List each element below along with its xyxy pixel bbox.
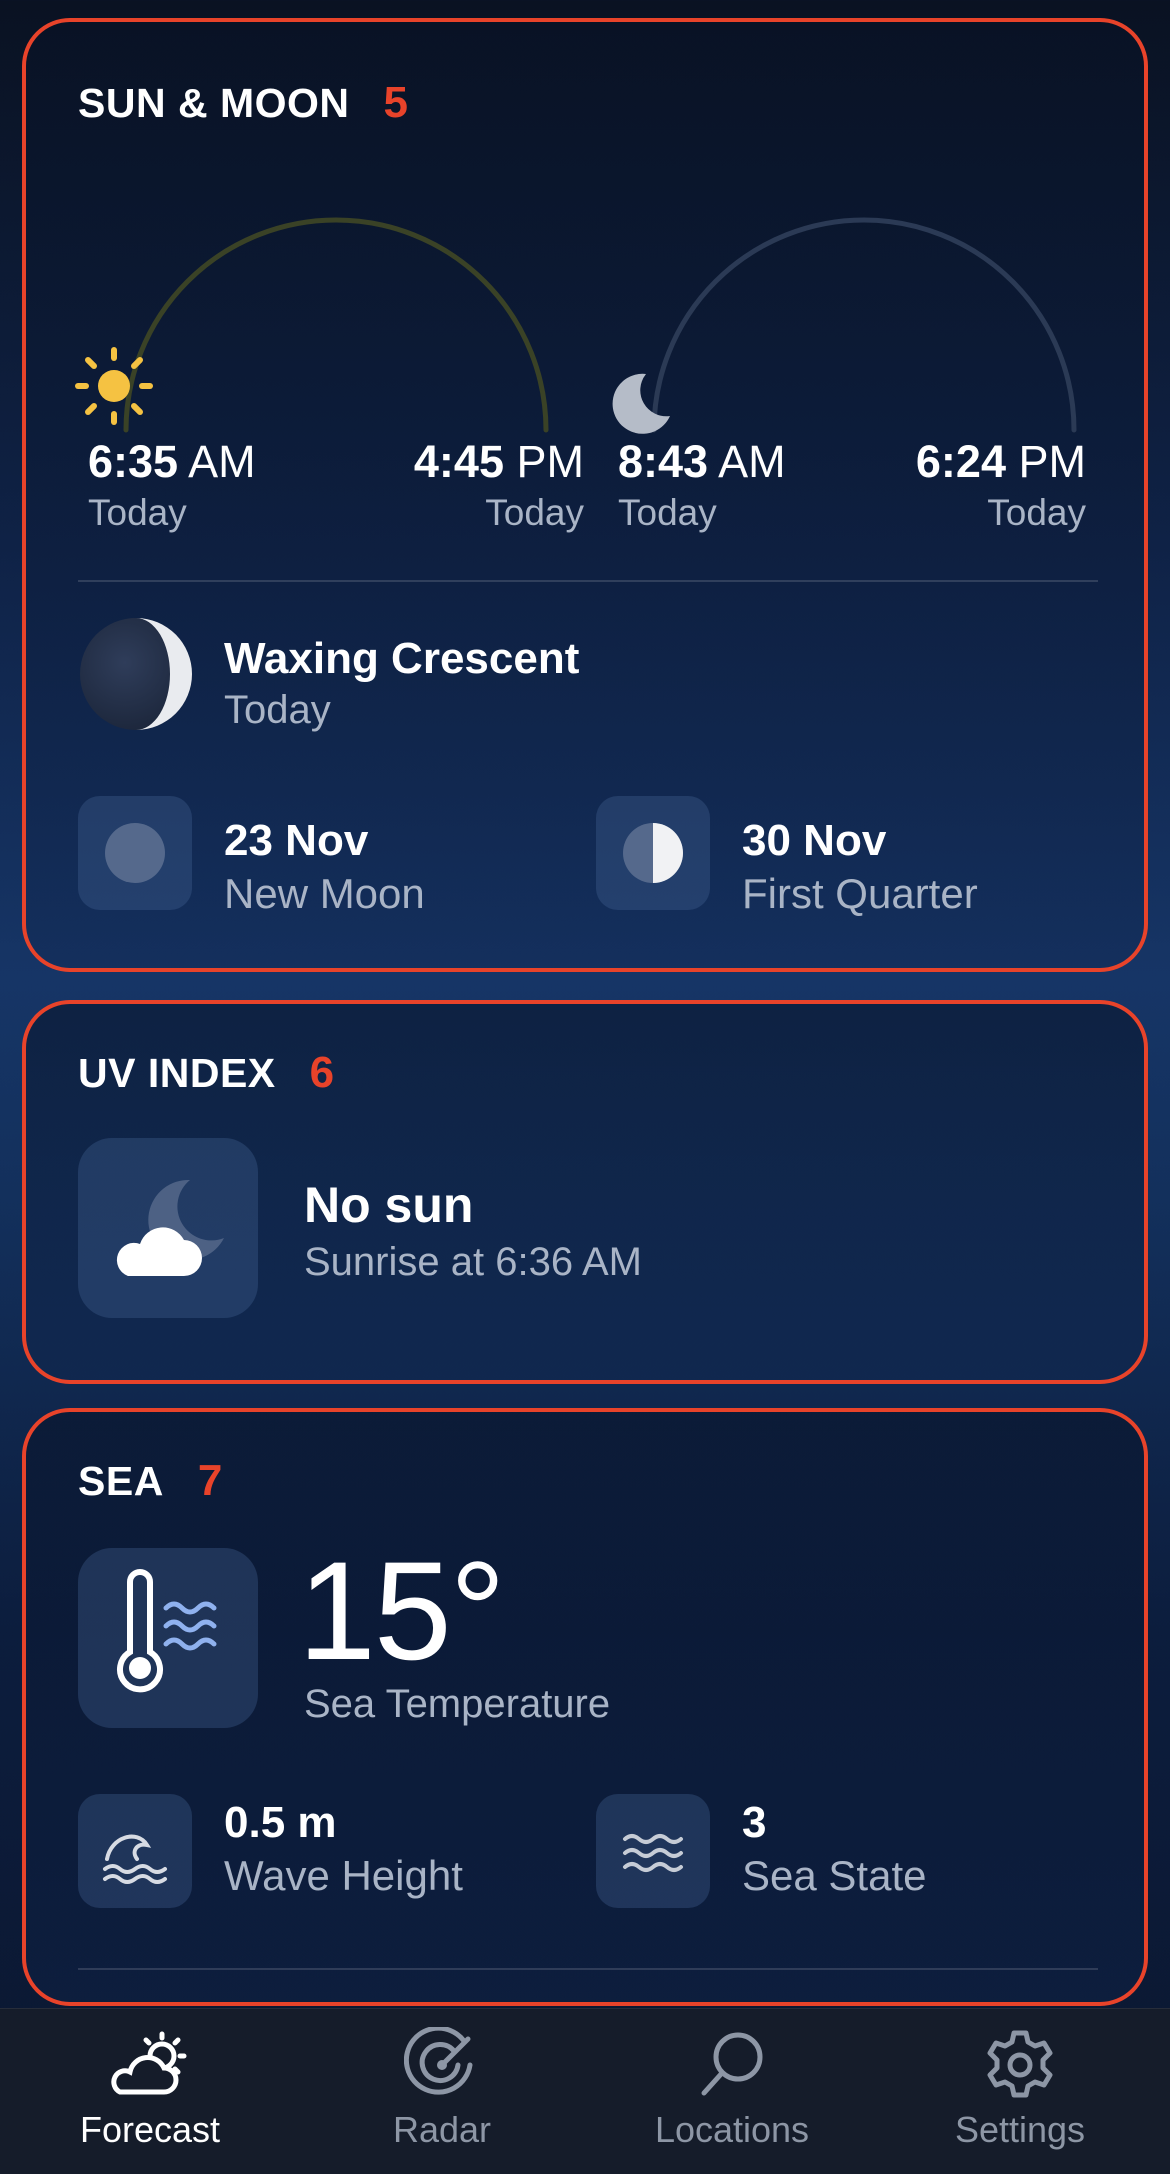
gear-icon xyxy=(987,2030,1053,2098)
tab-locations[interactable]: Locations xyxy=(586,2009,878,2174)
moonset-day: Today xyxy=(987,492,1086,533)
wave-height-label: Wave Height xyxy=(224,1852,463,1899)
sun-moon-title: SUN & MOON xyxy=(78,80,350,126)
moon-arc xyxy=(651,217,1077,433)
sun-moon-divider xyxy=(78,580,1098,582)
sun-moon-header: SUN & MOON 5 xyxy=(78,78,408,128)
sea-title: SEA xyxy=(78,1458,164,1504)
search-icon xyxy=(701,2032,763,2096)
sea-temperature-tile xyxy=(78,1548,258,1728)
radar-icon xyxy=(404,2027,473,2095)
tab-settings-label: Settings xyxy=(954,2109,1086,2150)
sun-moon-badge: 5 xyxy=(383,78,409,127)
sea-state-label: Sea State xyxy=(742,1852,927,1899)
sunrise-time: 6:35 AM xyxy=(88,436,256,487)
tab-radar[interactable]: Radar xyxy=(296,2009,588,2174)
wave-height-tile xyxy=(78,1794,192,1908)
sun-arc xyxy=(123,217,549,433)
moonrise-day: Today xyxy=(618,492,717,533)
uv-detail: Sunrise at 6:36 AM xyxy=(304,1240,642,1284)
waxing-crescent-moon-icon xyxy=(80,618,192,730)
sea-temperature-value: 15° xyxy=(298,1532,506,1689)
sunset-time: 4:45 PM xyxy=(413,436,584,487)
wave-height-value: 0.5 m xyxy=(224,1798,337,1847)
water-thermometer-icon xyxy=(117,1569,217,1693)
sea-state-tile xyxy=(596,1794,710,1908)
tab-radar-label: Radar xyxy=(392,2109,492,2150)
moon-icon xyxy=(612,373,670,434)
sea-divider xyxy=(78,1968,1098,1970)
first-quarter-date: 30 Nov xyxy=(742,816,887,865)
first-quarter-label: First Quarter xyxy=(742,870,978,917)
uv-index-card[interactable]: UV INDEX 6 No sun Sunrise at 6:36 AM xyxy=(22,1000,1148,1384)
sun-icon xyxy=(75,347,153,425)
waves-icon xyxy=(623,1834,683,1872)
tab-forecast-label: Forecast xyxy=(79,2109,221,2150)
sunrise-day: Today xyxy=(88,492,187,533)
moon-phase-when: Today xyxy=(224,688,331,732)
uv-index-badge: 6 xyxy=(309,1048,335,1097)
sea-state-value: 3 xyxy=(742,1798,767,1847)
uv-condition-tile xyxy=(78,1138,258,1318)
new-moon-tile xyxy=(78,796,192,910)
new-moon-date: 23 Nov xyxy=(224,816,369,865)
tab-locations-label: Locations xyxy=(654,2109,810,2150)
moonset-time: 6:24 PM xyxy=(915,436,1086,487)
moonrise-time: 8:43 AM xyxy=(618,436,786,487)
moon-phase-name: Waxing Crescent xyxy=(224,634,580,683)
uv-status: No sun xyxy=(304,1177,474,1233)
tab-settings[interactable]: Settings xyxy=(874,2009,1166,2174)
wave-icon xyxy=(103,1834,167,1884)
sea-card[interactable]: SEA 7 15° Sea Temperature 0.5 m Wave Hei… xyxy=(22,1408,1148,2006)
uv-index-title: UV INDEX xyxy=(78,1050,276,1096)
tab-bar: Forecast Radar Locations Settings xyxy=(0,2008,1170,2174)
night-cloud-moon-icon xyxy=(116,1179,224,1276)
sun-moon-card[interactable]: SUN & MOON 5 6:35 AM Today 4:45 PM Today… xyxy=(22,18,1148,972)
new-moon-label: New Moon xyxy=(224,870,425,917)
first-quarter-moon-icon xyxy=(623,823,683,883)
sea-badge: 7 xyxy=(197,1456,223,1505)
sea-temperature-label: Sea Temperature xyxy=(304,1682,611,1726)
tab-forecast[interactable]: Forecast xyxy=(4,2009,296,2174)
new-moon-icon xyxy=(105,823,165,883)
weather-icon xyxy=(111,2031,187,2095)
uv-index-header: UV INDEX 6 xyxy=(78,1048,335,1098)
sunset-day: Today xyxy=(485,492,584,533)
first-quarter-tile xyxy=(596,796,710,910)
sea-header: SEA 7 xyxy=(78,1456,223,1506)
